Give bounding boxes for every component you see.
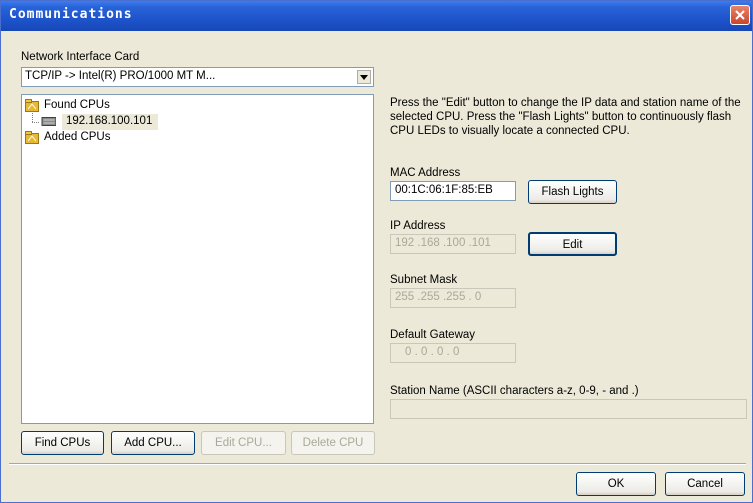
default-gateway-field[interactable]: 0 . 0 . 0 . 0 xyxy=(390,343,516,363)
footer-divider xyxy=(9,463,746,465)
nic-dropdown[interactable]: TCP/IP -> Intel(R) PRO/1000 MT M... xyxy=(21,67,374,87)
communications-dialog: Communications Network Interface Card TC… xyxy=(0,0,753,503)
ip-address-label: IP Address xyxy=(390,220,446,232)
folder-icon xyxy=(25,131,39,144)
ok-button[interactable]: OK xyxy=(576,472,656,496)
tree-connector xyxy=(32,122,39,123)
flash-lights-button[interactable]: Flash Lights xyxy=(528,180,617,204)
subnet-mask-field[interactable]: 255 .255 .255 . 0 xyxy=(390,288,516,308)
nic-dropdown-value: TCP/IP -> Intel(R) PRO/1000 MT M... xyxy=(25,70,216,82)
mac-address-label: MAC Address xyxy=(390,167,461,179)
tree-item-cpu[interactable]: 192.168.100.101 xyxy=(41,114,161,130)
find-cpus-button[interactable]: Find CPUs xyxy=(21,431,104,455)
subnet-mask-label: Subnet Mask xyxy=(390,274,458,286)
station-name-label: Station Name (ASCII characters a-z, 0-9,… xyxy=(390,385,639,397)
instructions-text: Press the "Edit" button to change the IP… xyxy=(390,97,741,137)
chevron-down-icon xyxy=(360,75,368,80)
folder-icon xyxy=(25,99,39,112)
default-gateway-value: 0 . 0 . 0 . 0 xyxy=(405,346,460,358)
ip-address-value: 192 .168 .100 .101 xyxy=(395,237,491,249)
tree-item-label: 192.168.100.101 xyxy=(66,115,153,127)
mac-address-value: 00:1C:06:1F:85:EB xyxy=(395,184,493,196)
ip-address-field[interactable]: 192 .168 .100 .101 xyxy=(390,234,516,254)
default-gateway-label: Default Gateway xyxy=(390,329,476,341)
cpu-module-icon xyxy=(41,117,56,126)
title-bar[interactable]: Communications xyxy=(1,1,752,31)
add-cpu-button[interactable]: Add CPU... xyxy=(111,431,195,455)
edit-cpu-button[interactable]: Edit CPU... xyxy=(201,431,286,455)
tree-item-label: Found CPUs xyxy=(44,99,110,111)
close-icon xyxy=(735,10,745,20)
mac-address-field[interactable]: 00:1C:06:1F:85:EB xyxy=(390,181,516,201)
subnet-mask-value: 255 .255 .255 . 0 xyxy=(395,291,482,303)
tree-connector xyxy=(32,113,33,122)
cancel-button[interactable]: Cancel xyxy=(665,472,745,496)
dropdown-arrow-button[interactable] xyxy=(357,70,371,84)
delete-cpu-button[interactable]: Delete CPU xyxy=(291,431,375,455)
close-button[interactable] xyxy=(730,5,750,25)
nic-label: Network Interface Card xyxy=(21,51,140,63)
window-title: Communications xyxy=(9,7,133,22)
station-name-field[interactable] xyxy=(390,399,747,419)
tree-item-label: Added CPUs xyxy=(44,131,111,143)
cpu-tree[interactable]: Found CPUs 192.168.100.101 Added CPUs xyxy=(21,94,374,424)
edit-button[interactable]: Edit xyxy=(528,232,617,256)
